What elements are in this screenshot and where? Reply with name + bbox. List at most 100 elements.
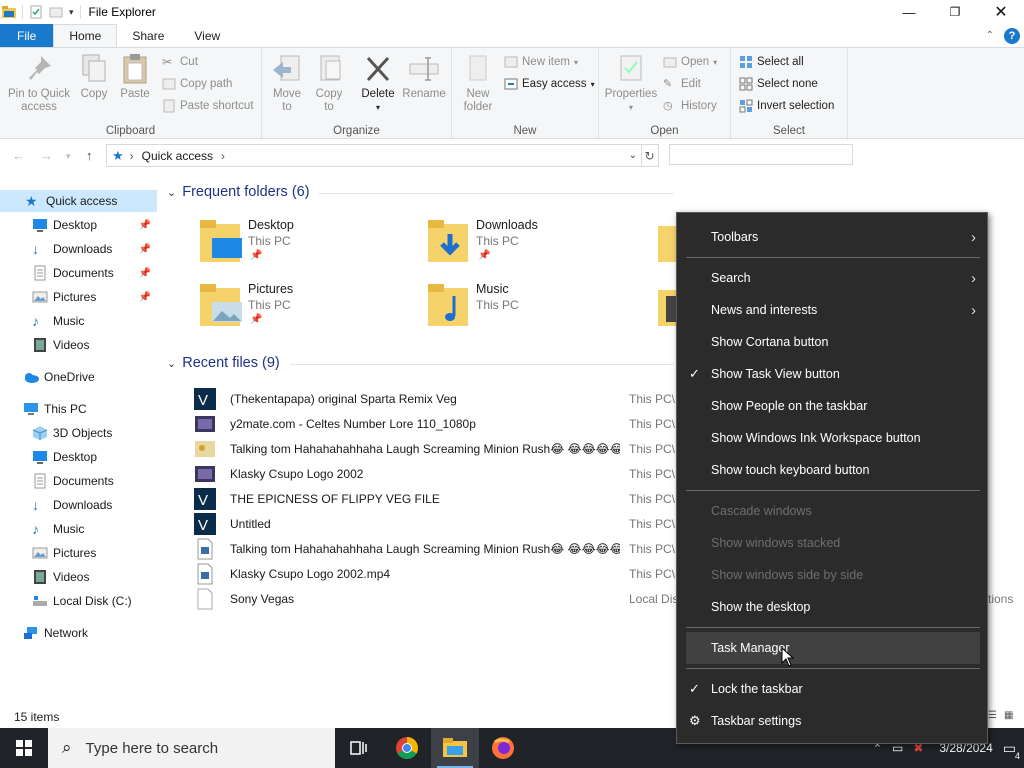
folder-tile-pictures[interactable]: Pictures This PC 📌 xyxy=(200,280,400,332)
nav-item-desktop[interactable]: Desktop 📌 xyxy=(0,214,157,236)
forward-arrow-icon[interactable]: → xyxy=(40,148,53,163)
select-none-button[interactable]: Select none xyxy=(739,77,818,91)
breadcrumb-chevron-icon[interactable]: › xyxy=(130,149,134,163)
new-folder-button[interactable]: New folder xyxy=(458,52,498,114)
recent-file-row[interactable]: Talking tom Hahahahahhaha Laugh Screamin… xyxy=(190,536,630,561)
menu-item-show-people-on-the-taskbar[interactable]: Show People on the taskbar xyxy=(686,390,980,422)
delete-dropdown-icon[interactable]: ▾ xyxy=(376,101,380,114)
nav-item-3d-objects[interactable]: 3D Objects xyxy=(0,422,157,444)
recent-file-row[interactable]: y2mate.com - Celtes Number Lore 110_1080… xyxy=(190,411,630,436)
tab-view[interactable]: View xyxy=(179,24,235,47)
delete-button[interactable]: Delete ▾ xyxy=(358,52,398,114)
address-dropdown-icon[interactable]: ⌄ xyxy=(629,150,637,161)
folder-tile-desktop[interactable]: Desktop This PC 📌 xyxy=(200,216,400,268)
recent-file-row[interactable]: Sony Vegas xyxy=(190,586,630,611)
collapse-ribbon-icon[interactable]: ⌃ xyxy=(986,30,994,41)
recent-file-row[interactable]: V (Thekentapapa) original Sparta Remix Ve… xyxy=(190,386,630,411)
nav-item-videos[interactable]: Videos xyxy=(0,334,157,356)
recent-file-row[interactable]: Klasky Csupo Logo 2002.mp4 xyxy=(190,561,630,586)
large-icons-view-icon[interactable]: ▦ xyxy=(1004,710,1013,721)
recent-file-row[interactable]: Talking tom Hahahahahhaha Laugh Screamin… xyxy=(190,436,630,461)
nav-item-onedrive[interactable]: OneDrive xyxy=(0,366,157,388)
minimize-button[interactable]: — xyxy=(886,0,932,24)
menu-item-news-and-interests[interactable]: News and interests › xyxy=(686,294,980,326)
recent-files-header[interactable]: ⌄ Recent files (9) xyxy=(167,355,280,371)
history-button[interactable]: ◷ History xyxy=(663,99,717,113)
tab-file[interactable]: File xyxy=(0,24,54,47)
copy-button[interactable]: Copy xyxy=(76,52,112,101)
pin-to-quick-access-button[interactable]: Pin to Quick access xyxy=(4,52,74,114)
menu-item-show-cortana-button[interactable]: Show Cortana button xyxy=(686,326,980,358)
up-arrow-icon[interactable]: ↑ xyxy=(86,148,93,163)
details-view-icon[interactable]: ☰ xyxy=(988,710,997,721)
pinned-icon[interactable]: 📌 xyxy=(139,220,151,231)
recent-file-row[interactable]: Klasky Csupo Logo 2002 xyxy=(190,461,630,486)
new-folder-icon[interactable] xyxy=(49,5,63,19)
nav-item-quick-access[interactable]: ★ Quick access xyxy=(0,190,157,212)
menu-item-show-the-desktop[interactable]: Show the desktop xyxy=(686,591,980,623)
copy-to-button[interactable]: Copy to xyxy=(310,52,348,114)
task-view-button[interactable] xyxy=(335,728,383,768)
edit-button[interactable]: ✎ Edit xyxy=(663,77,701,91)
tab-share[interactable]: Share xyxy=(117,24,179,47)
cut-button[interactable]: ✂ Cut xyxy=(162,55,198,69)
nav-item-pictures[interactable]: Pictures 📌 xyxy=(0,286,157,308)
chrome-taskbar-button[interactable] xyxy=(383,728,431,768)
menu-item-show-windows-ink-workspace-button[interactable]: Show Windows Ink Workspace button xyxy=(686,422,980,454)
back-arrow-icon[interactable]: ← xyxy=(12,148,25,163)
qat-customize-icon[interactable]: ▾ xyxy=(69,7,74,18)
breadcrumb-chevron-icon[interactable]: › xyxy=(221,149,225,163)
notification-icon[interactable]: ▭ 4 xyxy=(1003,740,1020,761)
new-item-button[interactable]: New item ▾ xyxy=(504,55,578,69)
menu-item-toolbars[interactable]: Toolbars › xyxy=(686,221,980,253)
help-icon[interactable]: ? xyxy=(1004,27,1020,44)
start-button[interactable] xyxy=(0,728,48,768)
refresh-button[interactable]: ↻ xyxy=(641,144,659,167)
maximize-button[interactable]: ❐ xyxy=(932,0,978,24)
nav-item-downloads[interactable]: ↓ Downloads 📌 xyxy=(0,238,157,260)
properties-icon[interactable] xyxy=(29,5,43,19)
folder-tile-downloads[interactable]: Downloads This PC 📌 xyxy=(428,216,628,268)
select-all-button[interactable]: Select all xyxy=(739,55,804,69)
nav-item-local-disk[interactable]: Local Disk (C:) xyxy=(0,590,157,612)
nav-item-pc-downloads[interactable]: ↓ Downloads xyxy=(0,494,157,516)
menu-item-search[interactable]: Search › xyxy=(686,262,980,294)
easy-access-button[interactable]: Easy access ▾ xyxy=(504,77,595,91)
paste-button[interactable]: Paste xyxy=(116,52,154,101)
nav-item-pc-pictures[interactable]: Pictures xyxy=(0,542,157,564)
taskbar-search-box[interactable]: ⌕ Type here to search xyxy=(48,728,335,768)
menu-item-taskbar-settings[interactable]: ⚙ Taskbar settings xyxy=(686,705,980,737)
frequent-folders-header[interactable]: ⌄ Frequent folders (6) xyxy=(167,184,310,200)
file-explorer-taskbar-button[interactable] xyxy=(431,728,479,768)
pinned-icon[interactable]: 📌 xyxy=(139,292,151,303)
nav-item-network[interactable]: Network xyxy=(0,622,157,644)
open-button[interactable]: Open ▾ xyxy=(663,55,717,69)
copy-path-button[interactable]: Copy path xyxy=(162,77,232,91)
menu-item-lock-the-taskbar[interactable]: ✓ Lock the taskbar xyxy=(686,673,980,705)
recent-file-row[interactable]: V THE EPICNESS OF FLIPPY VEG FILE xyxy=(190,486,630,511)
address-bar[interactable]: ★ › Quick access › ⌄ xyxy=(106,144,642,167)
move-to-button[interactable]: Move to xyxy=(268,52,306,114)
properties-button[interactable]: Properties ▾ xyxy=(603,52,659,114)
paste-shortcut-button[interactable]: Paste shortcut xyxy=(162,99,254,113)
recent-locations-icon[interactable]: ▾ xyxy=(66,151,71,162)
rename-button[interactable]: Rename xyxy=(402,52,446,101)
nav-item-pc-desktop[interactable]: Desktop xyxy=(0,446,157,468)
menu-item-task-manager[interactable]: Task Manager xyxy=(686,632,980,664)
invert-selection-button[interactable]: Invert selection xyxy=(739,99,834,113)
tab-home[interactable]: Home xyxy=(53,24,118,47)
menu-item-show-touch-keyboard-button[interactable]: Show touch keyboard button xyxy=(686,454,980,486)
nav-item-pc-documents[interactable]: Documents xyxy=(0,470,157,492)
menu-item-show-task-view-button[interactable]: ✓ Show Task View button xyxy=(686,358,980,390)
search-input[interactable] xyxy=(669,144,853,165)
firefox-taskbar-button[interactable] xyxy=(479,728,527,768)
pinned-icon[interactable]: 📌 xyxy=(139,244,151,255)
nav-item-pc-music[interactable]: ♪ Music xyxy=(0,518,157,540)
folder-app-icon[interactable] xyxy=(2,5,16,19)
nav-item-music[interactable]: ♪ Music xyxy=(0,310,157,332)
breadcrumb-quick-access[interactable]: Quick access xyxy=(142,149,213,163)
folder-tile-music[interactable]: Music This PC xyxy=(428,280,628,332)
nav-item-this-pc[interactable]: This PC xyxy=(0,398,157,420)
close-button[interactable]: ✕ xyxy=(978,0,1024,24)
nav-item-documents[interactable]: Documents 📌 xyxy=(0,262,157,284)
